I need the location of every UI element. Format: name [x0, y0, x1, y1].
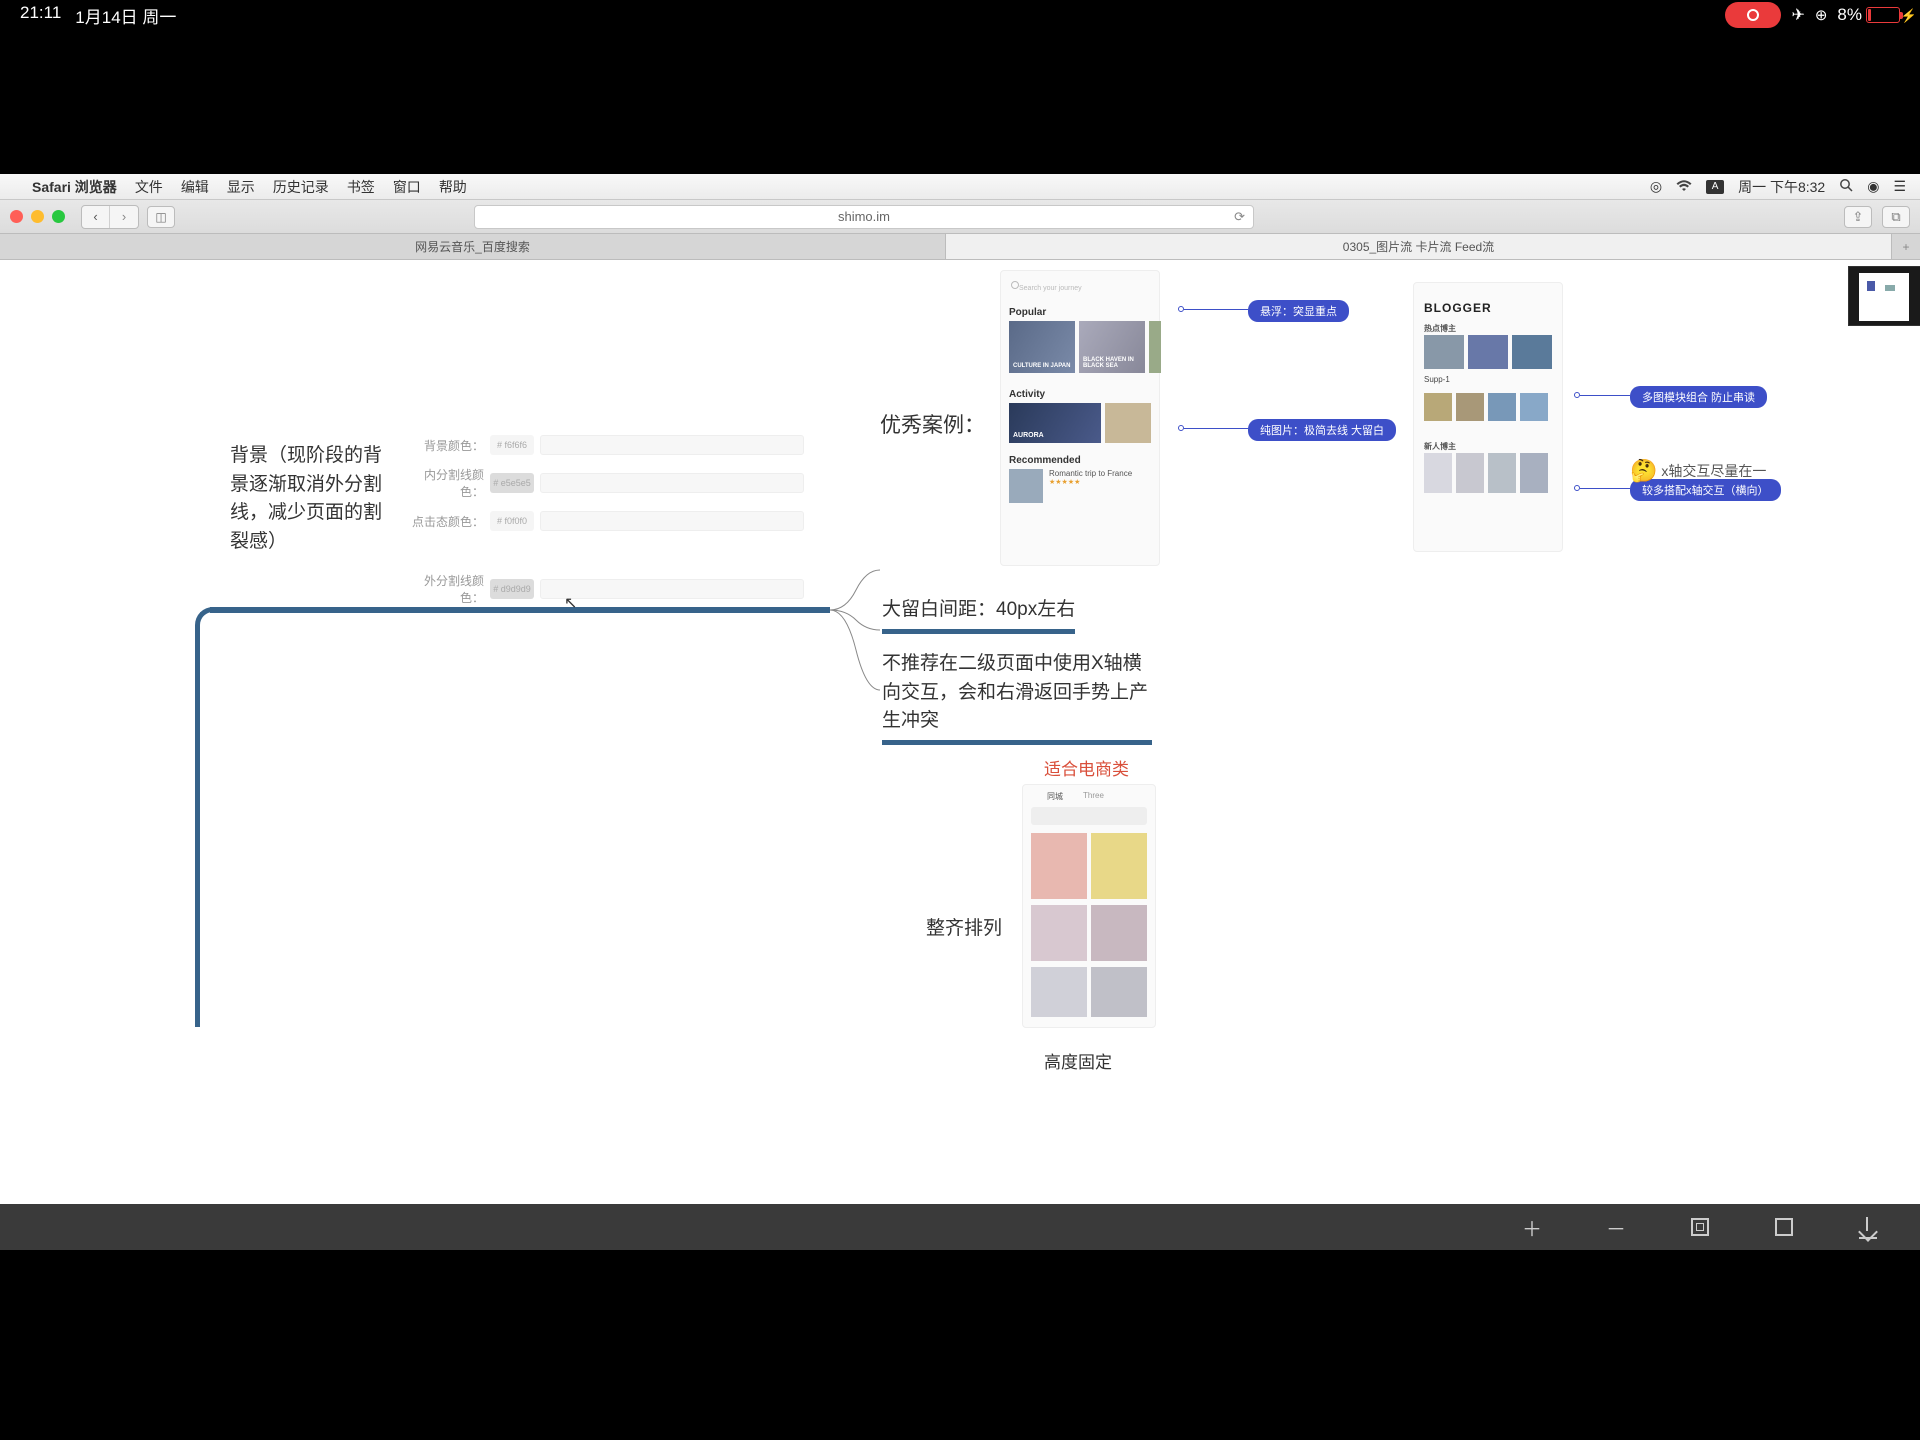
ipad-date: 1月14日 周一 — [75, 3, 176, 28]
mock1-activity: Activity — [1009, 389, 1045, 400]
window-minimize-button[interactable] — [31, 210, 44, 223]
spotlight-icon[interactable] — [1839, 178, 1853, 195]
annotation-line — [1580, 395, 1630, 396]
thinking-face-icon: 🤔 — [1630, 458, 1657, 484]
node-background-desc[interactable]: 背景（现阶段的背景逐渐取消外分割线，减少页面的割裂感） — [230, 442, 400, 556]
menu-history[interactable]: 历史记录 — [273, 177, 329, 197]
zoom-in-button[interactable]: ＋ — [1520, 1215, 1544, 1239]
tab-1[interactable]: 0305_图片流 卡片流 Feed流 — [946, 234, 1892, 259]
prop-bg-field — [540, 435, 804, 455]
prop-bg-swatch: # f6f6f6 — [490, 435, 534, 455]
prop-outer-field — [540, 579, 804, 599]
share-button[interactable]: ⇪ — [1844, 206, 1872, 228]
prop-outer-swatch: # d9d9d9 — [490, 579, 534, 599]
menu-edit[interactable]: 编辑 — [181, 177, 209, 197]
reload-icon[interactable]: ⟳ — [1234, 209, 1245, 225]
branch-lines — [826, 560, 886, 760]
screen-record-indicator[interactable] — [1725, 2, 1781, 28]
url-field[interactable]: shimo.im ⟳ — [474, 205, 1254, 229]
tabs-overview-button[interactable]: ⧉ — [1882, 206, 1910, 228]
window-zoom-button[interactable] — [52, 210, 65, 223]
battery-icon: ⚡ — [1866, 7, 1900, 23]
menu-bookmarks[interactable]: 书签 — [347, 177, 375, 197]
pill-float: 悬浮：突显重点 — [1248, 300, 1349, 322]
mock2-sec2: 新人博主 — [1424, 441, 1456, 452]
annotation-line — [1184, 428, 1248, 429]
menu-view[interactable]: 显示 — [227, 177, 255, 197]
prop-inner-field — [540, 473, 804, 493]
prop-state-field — [540, 511, 804, 531]
notification-center-icon[interactable]: ☰ — [1893, 178, 1906, 195]
siri-icon[interactable]: ◉ — [1867, 178, 1879, 195]
connector-bar — [210, 607, 830, 613]
ipad-status-bar: 21:11 1月14日 周一 ✈ ⊕ 8% ⚡ — [0, 0, 1920, 30]
zoom-out-button[interactable]: － — [1604, 1215, 1628, 1239]
mock1-search: Search your journey — [1019, 285, 1082, 292]
window-close-button[interactable] — [10, 210, 23, 223]
window-controls — [10, 210, 65, 223]
node-ecommerce[interactable]: 适合电商类 — [1044, 757, 1129, 783]
sidebar-toggle-button[interactable]: ◫ — [147, 206, 175, 228]
mock2-title: BLOGGER — [1424, 301, 1492, 315]
orientation-lock-icon: ⊕ — [1815, 6, 1828, 24]
menu-help[interactable]: 帮助 — [439, 177, 467, 197]
ipad-battery-percent: 8% — [1837, 5, 1862, 25]
prop-outer-label: 外分割线颜色： — [404, 572, 490, 606]
cursor-icon: ↖ — [564, 593, 577, 613]
node-no-x-axis[interactable]: 不推荐在二级页面中使用X轴横向交互，会和右滑返回手势上产生冲突 — [882, 650, 1152, 745]
back-button[interactable]: ‹ — [82, 206, 110, 228]
mockup-blogger-app: BLOGGER 热点博主 Supp-1 新人博主 — [1413, 282, 1563, 552]
annotation-line — [1580, 488, 1630, 489]
page-viewport[interactable]: 背景（现阶段的背景逐渐取消外分割线，减少页面的割裂感） 背景颜色： # f6f6… — [0, 260, 1920, 1204]
input-source-icon[interactable]: A — [1706, 180, 1724, 194]
new-tab-button[interactable]: + — [1892, 234, 1920, 259]
menu-file[interactable]: 文件 — [135, 177, 163, 197]
url-text: shimo.im — [838, 209, 890, 224]
node-example-title[interactable]: 优秀案例： — [880, 410, 985, 442]
forward-button[interactable]: › — [110, 206, 138, 228]
safari-toolbar: ‹ › ◫ shimo.im ⟳ ⇪ ⧉ — [0, 200, 1920, 234]
mock1-recommended: Recommended — [1009, 455, 1081, 466]
airplane-mode-icon: ✈ — [1791, 5, 1804, 25]
mac-menubar: Safari 浏览器 文件 编辑 显示 历史记录 书签 窗口 帮助 ◎ A 周一… — [0, 174, 1920, 200]
pill-pureimg: 纯图片：极简去线 大留白 — [1248, 419, 1396, 441]
connector-curve — [195, 607, 215, 1027]
minimap[interactable] — [1848, 266, 1920, 326]
emoji-annotation: 🤔 x轴交互尽量在一 — [1630, 458, 1766, 484]
fullscreen-button[interactable] — [1772, 1215, 1796, 1239]
mock1-popular: Popular — [1009, 307, 1046, 318]
viewer-toolbar: ＋ － — [0, 1204, 1920, 1250]
ipad-time: 21:11 — [20, 3, 61, 28]
color-properties-panel: 背景颜色： # f6f6f6 内分割线颜色： # e5e5e5 点击态颜色： #… — [404, 428, 804, 610]
wifi-icon[interactable] — [1676, 179, 1692, 195]
tab-0[interactable]: 网易云音乐_百度搜索 — [0, 234, 946, 259]
prop-inner-label: 内分割线颜色： — [404, 466, 490, 500]
fit-button[interactable] — [1688, 1215, 1712, 1239]
app-name[interactable]: Safari 浏览器 — [32, 177, 117, 197]
node-fixed-height[interactable]: 高度固定 — [1044, 1050, 1112, 1076]
prop-inner-swatch: # e5e5e5 — [490, 473, 534, 493]
mindmap-canvas[interactable]: 背景（现阶段的背景逐渐取消外分割线，减少页面的割裂感） 背景颜色： # f6f6… — [0, 260, 1846, 1204]
nav-buttons: ‹ › — [81, 205, 139, 229]
mockup-ecommerce-app: 同城 Three — [1022, 784, 1156, 1028]
mac-clock[interactable]: 周一 下午8:32 — [1738, 177, 1825, 197]
prop-state-swatch: # f0f0f0 — [490, 511, 534, 531]
search-icon — [1011, 281, 1019, 289]
mockup-travel-app: Search your journey Popular CULTURE IN J… — [1000, 270, 1160, 566]
pill-multi: 多图模块组合 防止串读 — [1630, 386, 1767, 408]
menu-window[interactable]: 窗口 — [393, 177, 421, 197]
mac-window: Safari 浏览器 文件 编辑 显示 历史记录 书签 窗口 帮助 ◎ A 周一… — [0, 174, 1920, 1250]
prop-state-label: 点击态颜色： — [404, 513, 490, 530]
display-extras-icon[interactable]: ◎ — [1650, 178, 1662, 195]
prop-bg-label: 背景颜色： — [404, 437, 490, 454]
mock2-sec1: 热点博主 — [1424, 323, 1456, 334]
node-large-margin[interactable]: 大留白间距：40px左右 — [882, 596, 1075, 634]
download-button[interactable] — [1856, 1215, 1880, 1239]
node-aligned[interactable]: 整齐排列 — [926, 915, 1002, 944]
annotation-line — [1184, 309, 1248, 310]
tab-bar: 网易云音乐_百度搜索 0305_图片流 卡片流 Feed流 + — [0, 234, 1920, 260]
